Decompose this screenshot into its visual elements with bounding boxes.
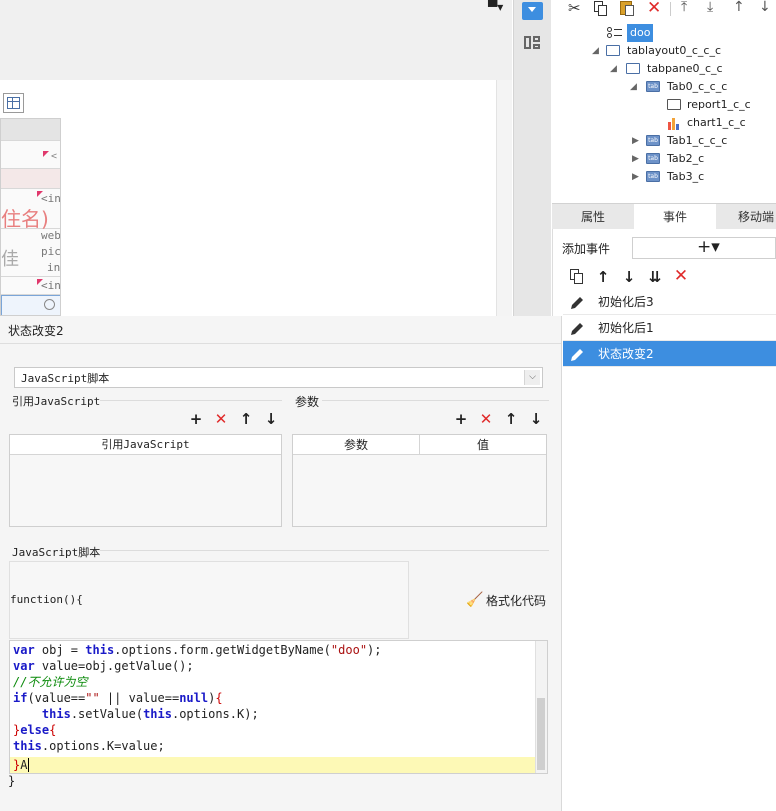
code-line: if(value=="" || value==null){ [13,691,223,705]
tab-icon: tab [646,171,660,182]
text-caret [28,758,29,772]
edit-pencil-icon [569,346,585,362]
delete-ref-js-icon[interactable]: ✕ [213,411,229,427]
canvas-page[interactable] [0,80,496,316]
event-item-selected[interactable]: 状态改变2 [563,341,776,367]
tab-properties[interactable]: 属性 [552,204,634,230]
chart-icon [667,116,682,130]
move-event-up-icon[interactable]: ↑ [595,269,611,285]
chevron-down-icon[interactable]: ⌵ [524,370,540,385]
ref-js-down-icon[interactable]: ↓ [263,411,279,427]
function-closing: } [8,774,16,788]
param-down-icon[interactable]: ↓ [528,411,544,427]
report-grid-preview[interactable]: < 住名) <in 佳 web pic in <in [0,118,61,316]
event-item[interactable]: 初始化后3 [563,289,776,315]
add-event-dropdown[interactable]: +▾ [632,237,776,259]
function-header-box: function(){ [9,561,409,639]
collapse-arrow-icon[interactable]: ◢ [630,78,640,96]
editor-title-bar: 状态改变2 [0,316,562,344]
edit-pencil-icon [569,294,585,310]
code-line: }else{ [13,723,57,737]
ref-js-label: 引用JavaScript [12,395,101,408]
move-event-down-icon[interactable]: ↓ [621,269,637,285]
radio-widget-icon [607,27,622,38]
collapse-arrow-icon[interactable]: ◢ [610,60,620,78]
event-list-toolbar: ↑ ↓ ⇊ ✕ [562,266,776,288]
copy-icon[interactable] [594,1,608,16]
code-line: }A [13,758,28,772]
expand-arrow-icon[interactable]: ▶ [632,168,642,186]
layout-icon[interactable] [523,35,541,51]
add-ref-js-icon[interactable]: + [188,411,204,427]
move-bottom-icon[interactable]: ⤓ [707,0,713,15]
broom-icon: 🧹 [466,592,484,608]
code-line: var obj = this.options.form.getWidgetByN… [13,643,382,657]
paste-icon[interactable] [620,0,634,16]
grid-cell-text: 住名) [1,207,49,231]
pin-icon[interactable]: ▀▾ [488,0,503,14]
copy-event-icon[interactable] [570,269,584,284]
move-top-icon[interactable]: ⤒ [681,0,687,15]
dropdown-toggle-button[interactable] [522,2,543,20]
events-panel-blank [562,368,776,811]
add-event-label: 添加事件 [562,242,611,256]
move-down-icon[interactable]: ↓ [759,0,771,15]
table-toggle-icon[interactable] [3,93,24,113]
tab-events[interactable]: 事件 [634,204,716,230]
params-label: 参数 [295,395,320,409]
tab-mobile[interactable]: 移动端 [716,204,776,230]
grid-cell-text: 佳 [1,249,19,270]
delete-param-icon[interactable]: ✕ [478,411,494,427]
add-event-button[interactable]: +▾ [697,237,720,257]
script-type-select[interactable]: JavaScript脚本 ⌵ [14,367,543,388]
code-scrollbar-thumb[interactable] [537,698,545,770]
delete-event-icon[interactable]: ✕ [673,268,689,285]
code-line: this.options.K=value; [13,739,165,753]
ref-js-up-icon[interactable]: ↑ [238,411,254,427]
tabpane-icon [626,63,640,74]
canvas-header: ▀▾ [0,0,512,80]
event-item[interactable]: 初始化后1 [563,315,776,341]
script-label: JavaScript脚本 [12,546,101,559]
expand-arrow-icon[interactable]: ▶ [632,150,642,168]
params-table[interactable]: 参数 值 [292,434,547,527]
code-line: //不允许为空 [13,675,88,689]
widget-tree: doo ◢ tablayout0_c_c_c ◢ tabpane0_c_c ◢ … [552,22,776,202]
collapse-arrow-icon[interactable]: ◢ [592,42,602,60]
report-icon [667,99,681,110]
code-line: var value=obj.getValue(); [13,659,194,673]
panel-divider [561,316,562,811]
property-tabs: 属性 事件 移动端 [552,203,776,230]
canvas-scrollbar[interactable] [496,80,512,316]
tab-icon: tab [646,81,660,92]
value-column-header[interactable]: 值 [419,435,546,455]
ref-js-table[interactable]: 引用JavaScript [9,434,282,527]
delete-icon[interactable]: ✕ [647,0,661,18]
current-line-highlight [10,757,535,773]
param-column-header[interactable]: 参数 [293,435,419,455]
ref-js-column-header[interactable]: 引用JavaScript [10,435,281,455]
param-up-icon[interactable]: ↑ [503,411,519,427]
add-param-icon[interactable]: + [453,411,469,427]
expand-arrow-icon[interactable]: ▶ [632,132,642,150]
tablayout-icon [606,45,620,56]
move-event-bottom-icon[interactable]: ⇊ [647,269,663,285]
code-line: this.setValue(this.options.K); [41,707,259,721]
widget-tree-toolbar: ✂ ✕ ⤒ ⤓ ↑ ↓ [552,0,776,22]
tab-icon: tab [646,153,660,164]
cut-icon[interactable]: ✂ [568,0,581,17]
move-up-icon[interactable]: ↑ [733,0,745,15]
tab-icon: tab [646,135,660,146]
editor-title: 状态改变2 [8,324,64,338]
function-header: function(){ [10,593,83,606]
edit-pencil-icon [569,320,585,336]
